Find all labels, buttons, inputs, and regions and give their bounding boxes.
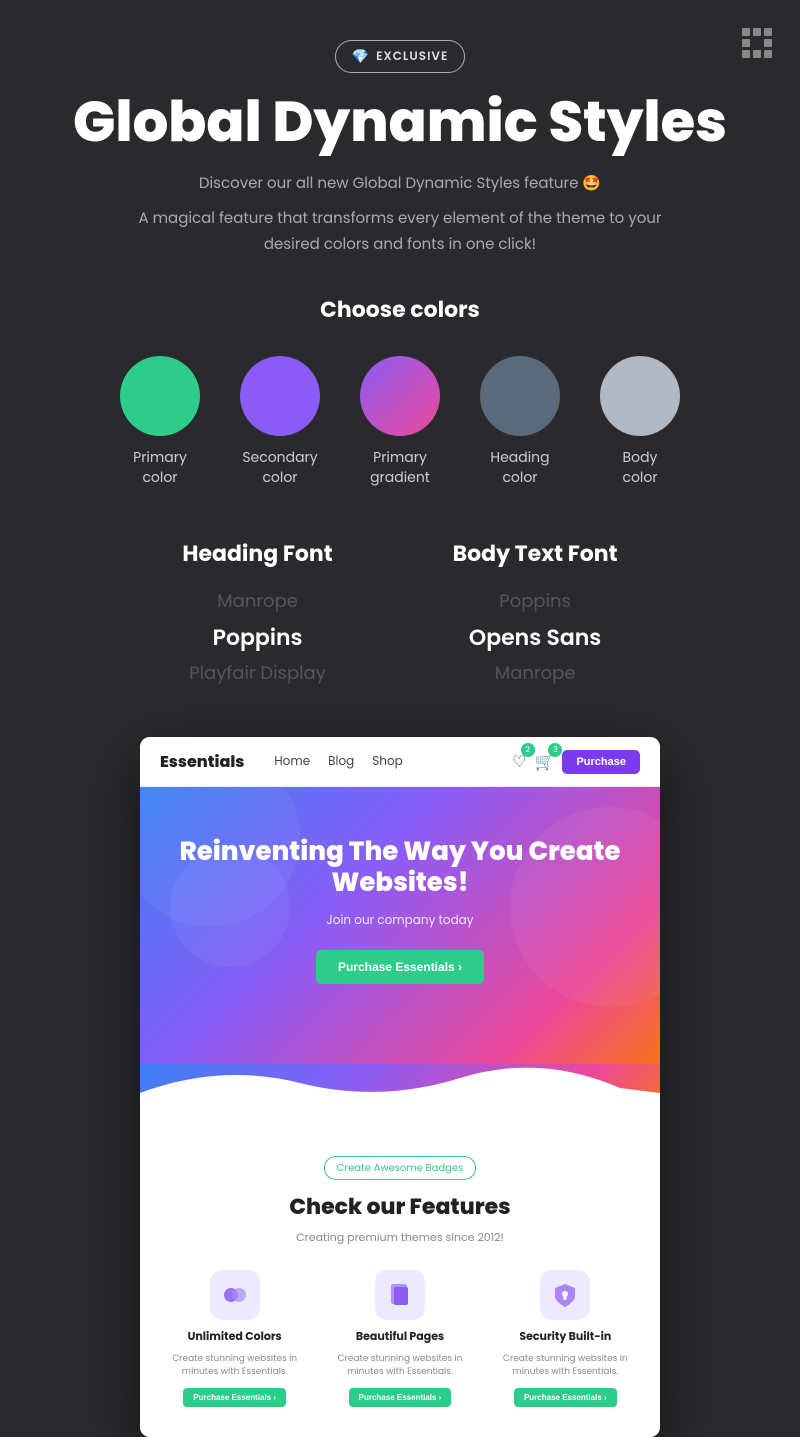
body-font-column: Body Text Font Poppins Opens Sans Manrop… xyxy=(453,537,618,687)
preview-hero-title: Reinventing The Way You Create Websites! xyxy=(170,837,630,899)
features-grid: Unlimited Colors Create stunning website… xyxy=(160,1270,640,1407)
color-item-gradient[interactable]: Primarygradient xyxy=(360,356,440,487)
preview-nav-home[interactable]: Home xyxy=(274,753,310,771)
feature-name-colors: Unlimited Colors xyxy=(188,1328,282,1345)
wave-svg xyxy=(140,1063,660,1123)
feature-name-pages: Beautiful Pages xyxy=(356,1328,444,1345)
fonts-section: Heading Font Manrope Poppins Playfair Di… xyxy=(182,537,617,687)
body-font-manrope[interactable]: Manrope xyxy=(495,660,576,687)
wishlist-icon[interactable]: ♡ 2 xyxy=(512,749,526,774)
color-circles-container: Primarycolor Secondarycolor Primarygradi… xyxy=(120,356,680,487)
cart-icon[interactable]: 🛒 3 xyxy=(535,749,555,774)
feature-name-security: Security Built-in xyxy=(519,1328,611,1345)
security-icon-wrap xyxy=(540,1270,590,1320)
features-badge: Create Awesome Badges xyxy=(324,1156,477,1180)
circle-gradient[interactable] xyxy=(360,356,440,436)
page-title: Global Dynamic Styles xyxy=(73,91,727,153)
preview-logo: Essentials xyxy=(160,749,244,774)
exclusive-label: EXCLUSIVE xyxy=(376,48,448,66)
preview-nav-links: Home Blog Shop xyxy=(274,753,492,771)
preview-features: Create Awesome Badges Check our Features… xyxy=(140,1123,660,1437)
feature-btn-security[interactable]: Purchase Essentials › xyxy=(514,1388,617,1407)
main-container: 💎 EXCLUSIVE Global Dynamic Styles Discov… xyxy=(0,0,800,1437)
circle-heading[interactable] xyxy=(480,356,560,436)
feature-btn-pages[interactable]: Purchase Essentials › xyxy=(349,1388,452,1407)
pages-icon xyxy=(386,1281,414,1309)
color-item-heading[interactable]: Headingcolor xyxy=(480,356,560,487)
color-item-secondary[interactable]: Secondarycolor xyxy=(240,356,320,487)
preview-hero-subtitle: Join our company today xyxy=(170,912,630,930)
color-label-body: Bodycolor xyxy=(622,448,657,487)
heading-font-playfair[interactable]: Playfair Display xyxy=(189,660,326,687)
preview-nav-blog[interactable]: Blog xyxy=(328,753,354,771)
color-label-primary: Primarycolor xyxy=(133,448,187,487)
subtitle-1: Discover our all new Global Dynamic Styl… xyxy=(199,171,601,197)
heading-font-title: Heading Font xyxy=(182,537,332,570)
wave-container xyxy=(140,1063,660,1123)
circle-body[interactable] xyxy=(600,356,680,436)
preview-purchase-button[interactable]: Purchase xyxy=(562,750,640,774)
heading-font-poppins[interactable]: Poppins xyxy=(213,621,303,654)
color-label-heading: Headingcolor xyxy=(490,448,549,487)
color-item-body[interactable]: Bodycolor xyxy=(600,356,680,487)
feature-item-colors: Unlimited Colors Create stunning website… xyxy=(160,1270,309,1407)
feature-desc-security: Create stunning websites in minutes with… xyxy=(491,1353,640,1380)
feature-desc-colors: Create stunning websites in minutes with… xyxy=(160,1353,309,1380)
preview-hero: Reinventing The Way You Create Websites!… xyxy=(140,787,660,1063)
heading-font-column: Heading Font Manrope Poppins Playfair Di… xyxy=(182,537,332,687)
wishlist-count: 2 xyxy=(521,743,535,757)
security-icon xyxy=(551,1281,579,1309)
preview-wrapper: Essentials Home Blog Shop ♡ 2 🛒 3 Purcha… xyxy=(140,737,660,1436)
body-font-title: Body Text Font xyxy=(453,537,618,570)
heading-font-manrope[interactable]: Manrope xyxy=(217,588,298,615)
features-subtitle: Creating premium themes since 2012! xyxy=(160,1229,640,1246)
logo-grid-icon xyxy=(742,28,772,58)
feature-desc-pages: Create stunning websites in minutes with… xyxy=(325,1353,474,1380)
cart-count: 3 xyxy=(548,743,562,757)
preview-cta-button[interactable]: Purchase Essentials › xyxy=(316,950,484,984)
exclusive-badge: 💎 EXCLUSIVE xyxy=(335,40,466,73)
choose-colors-heading: Choose colors xyxy=(320,293,480,326)
preview-nav-shop[interactable]: Shop xyxy=(372,753,403,771)
colors-icon xyxy=(221,1281,249,1309)
diamond-icon: 💎 xyxy=(352,46,370,67)
preview-nav-icons: ♡ 2 🛒 3 Purchase xyxy=(512,749,640,774)
color-label-secondary: Secondarycolor xyxy=(242,448,317,487)
circle-primary[interactable] xyxy=(120,356,200,436)
color-item-primary[interactable]: Primarycolor xyxy=(120,356,200,487)
preview-nav: Essentials Home Blog Shop ♡ 2 🛒 3 Purcha… xyxy=(140,737,660,787)
features-title: Check our Features xyxy=(160,1190,640,1223)
subtitle-2: A magical feature that transforms every … xyxy=(110,206,690,257)
feature-btn-colors[interactable]: Purchase Essentials › xyxy=(183,1388,286,1407)
top-logo xyxy=(742,28,772,58)
feature-item-pages: Beautiful Pages Create stunning websites… xyxy=(325,1270,474,1407)
body-font-poppins[interactable]: Poppins xyxy=(499,588,571,615)
pages-icon-wrap xyxy=(375,1270,425,1320)
colors-icon-wrap xyxy=(210,1270,260,1320)
color-label-gradient: Primarygradient xyxy=(370,448,430,487)
circle-secondary[interactable] xyxy=(240,356,320,436)
feature-item-security: Security Built-in Create stunning websit… xyxy=(491,1270,640,1407)
body-font-opens-sans[interactable]: Opens Sans xyxy=(469,621,601,654)
